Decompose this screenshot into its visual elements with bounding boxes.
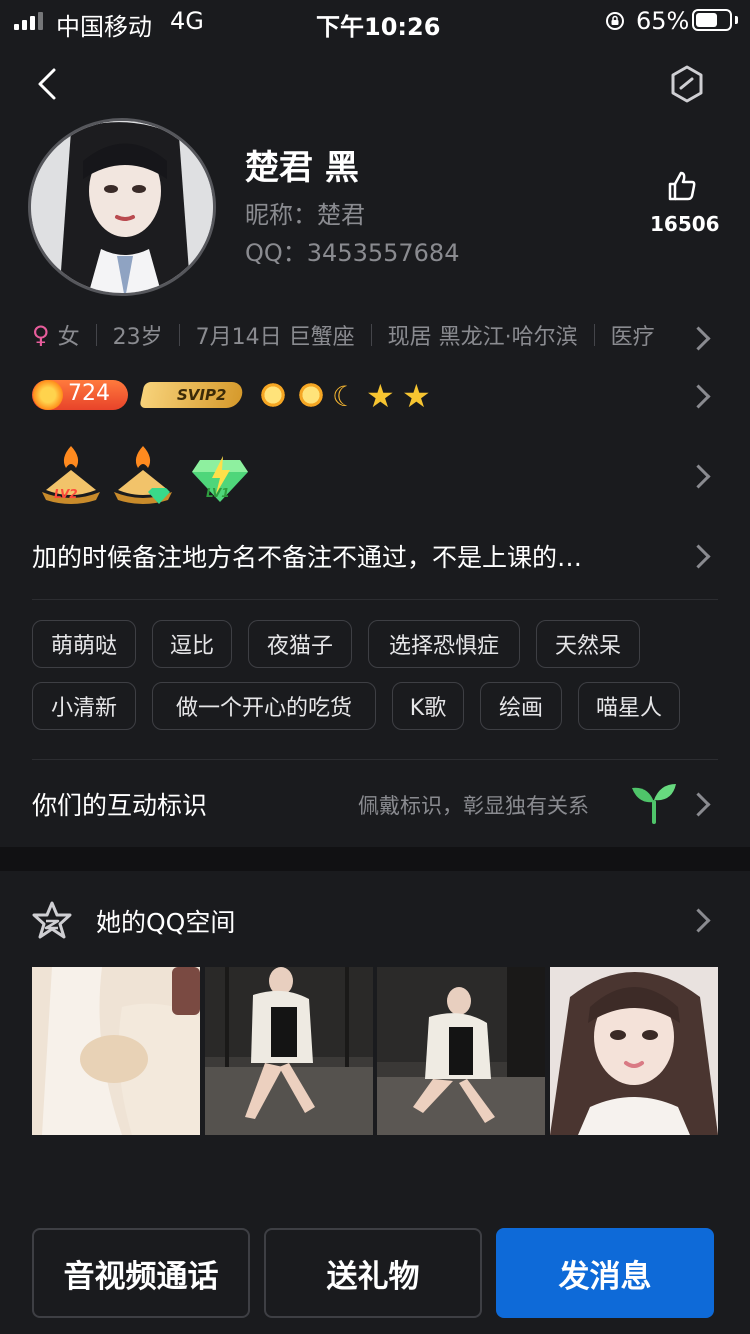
back-arrow-icon[interactable] <box>32 66 62 102</box>
sun-icon <box>258 380 288 410</box>
svip-label: SVIP2 <box>177 386 227 404</box>
age-label: 23岁 <box>112 325 163 350</box>
qzone-label: 她的QQ空间 <box>96 908 236 937</box>
thumbs-up-icon <box>668 171 696 201</box>
tag-chip[interactable]: 逗比 <box>152 620 232 668</box>
tag-chip[interactable]: 萌萌哒 <box>32 620 136 668</box>
bio-text[interactable]: 加的时候备注地方名不备注不通过，不是上课的… <box>32 538 582 574</box>
tag-chip[interactable]: 天然呆 <box>536 620 640 668</box>
bio-chevron-icon[interactable] <box>686 544 711 569</box>
sun-icon <box>296 380 326 410</box>
more-options-icon[interactable] <box>668 64 706 104</box>
medal-lv2-label: LV2 <box>54 487 78 501</box>
tag-chip[interactable]: 小清新 <box>32 682 136 730</box>
tag-chip[interactable]: 做一个开心的吃货 <box>152 682 376 730</box>
qzone-star-icon <box>32 901 72 939</box>
fire-medal-icon[interactable]: LV2 <box>40 442 102 506</box>
gender-icon: ♀ <box>32 321 50 349</box>
birthday-label: 7月14日 巨蟹座 <box>195 325 355 350</box>
personal-info-row[interactable]: ♀ 女 23岁 7月14日 巨蟹座 现居 黑龙江·哈尔滨 医疗 <box>32 315 692 355</box>
section-gap <box>0 847 750 871</box>
flame-icon <box>33 380 63 410</box>
level-number: 724 <box>68 381 110 406</box>
qzone-photo[interactable] <box>205 967 373 1135</box>
signal-icon <box>14 12 48 30</box>
divider <box>32 759 718 760</box>
divider <box>32 599 718 600</box>
orientation-lock-icon <box>606 12 624 30</box>
send-message-button[interactable]: 发消息 <box>496 1228 714 1318</box>
medal-lv1-label: LV1 <box>206 486 230 500</box>
star-icon: ★ <box>402 377 431 415</box>
avatar-portrait <box>31 121 213 293</box>
fire-diamond-medal-icon[interactable] <box>112 442 174 506</box>
status-bar: 中国移动 4G 下午10:26 65% <box>0 0 750 44</box>
nav-bar <box>0 44 750 124</box>
tag-chip[interactable]: 选择恐惧症 <box>368 620 520 668</box>
badges-chevron-icon[interactable] <box>686 384 711 409</box>
interaction-marks-hint: 佩戴标识，彰显独有关系 <box>358 794 589 818</box>
avatar[interactable] <box>28 118 216 296</box>
tag-chip[interactable]: 喵星人 <box>578 682 680 730</box>
sprout-icon <box>632 784 676 824</box>
tag-chip[interactable]: K歌 <box>392 682 464 730</box>
profile-name: 楚君 黑 <box>245 148 359 188</box>
profession-label: 医疗 <box>610 325 655 350</box>
clock: 下午10:26 <box>316 13 441 41</box>
gender-label: 女 <box>57 325 80 350</box>
lightning-diamond-medal-icon[interactable]: LV1 <box>190 450 250 506</box>
tag-chip[interactable]: 绘画 <box>480 682 562 730</box>
qzone-photo[interactable] <box>550 967 718 1135</box>
star-icon: ★ <box>366 377 395 415</box>
video-call-button[interactable]: 音视频通话 <box>32 1228 250 1318</box>
battery-tip <box>735 16 738 24</box>
carrier-label: 中国移动 <box>56 13 152 41</box>
battery-percent: 65% <box>636 7 690 35</box>
medals-chevron-icon[interactable] <box>686 464 711 489</box>
qzone-photo[interactable] <box>32 967 200 1135</box>
like-count: 16506 <box>650 212 720 236</box>
battery-icon <box>692 9 732 31</box>
profile-nickname: 昵称：楚君 <box>245 201 365 229</box>
network-label: 4G <box>170 7 204 35</box>
moon-icon: ☾ <box>332 380 358 413</box>
send-gift-button[interactable]: 送礼物 <box>264 1228 482 1318</box>
interaction-marks-label: 你们的互动标识 <box>32 791 208 820</box>
qzone-photo[interactable] <box>377 967 545 1135</box>
location-label: 现居 黑龙江·哈尔滨 <box>387 325 578 350</box>
tag-chip[interactable]: 夜猫子 <box>248 620 352 668</box>
profile-qq-number: QQ：3453557684 <box>245 239 460 267</box>
